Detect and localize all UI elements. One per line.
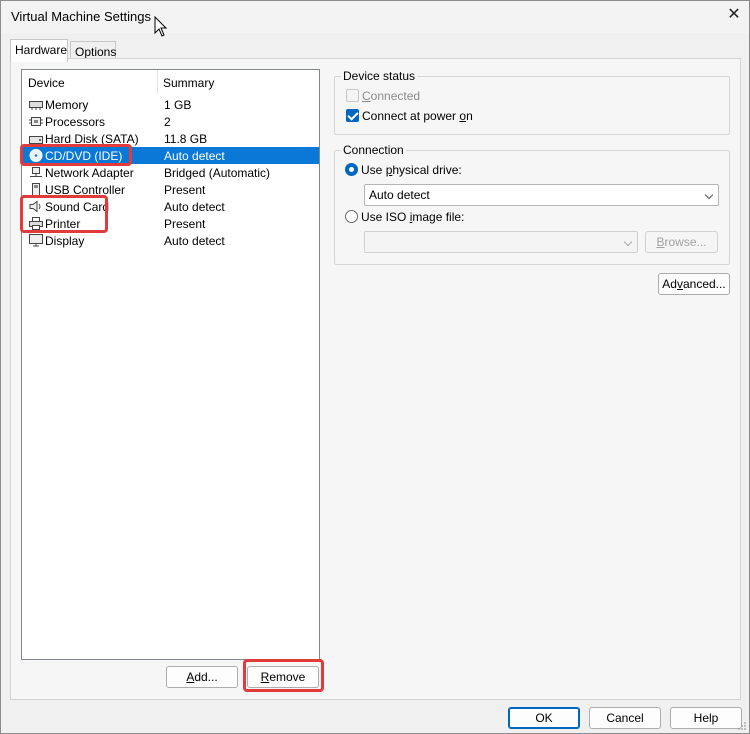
tab-hardware[interactable]: Hardware bbox=[10, 39, 68, 62]
device-summary: Present bbox=[164, 217, 206, 231]
vm-settings-dialog: Virtual Machine Settings ✕ Hardware Opti… bbox=[0, 0, 750, 734]
help-button[interactable]: Help bbox=[670, 707, 742, 729]
connected-label: Connected bbox=[362, 89, 421, 103]
display-icon bbox=[29, 234, 43, 247]
browse-button[interactable]: Browse... bbox=[645, 231, 718, 253]
advanced-button[interactable]: Advanced... bbox=[658, 273, 730, 295]
remove-button[interactable]: Remove bbox=[247, 666, 319, 688]
window-title: Virtual Machine Settings bbox=[11, 9, 151, 24]
device-summary: Bridged (Automatic) bbox=[164, 166, 271, 180]
ok-button[interactable]: OK bbox=[508, 707, 580, 729]
browse-button-label: Browse... bbox=[656, 235, 707, 249]
device-status-group: Device status bbox=[334, 69, 730, 135]
help-button-label: Help bbox=[693, 711, 719, 725]
device-status-label: Device status bbox=[341, 69, 418, 83]
connection-label: Connection bbox=[341, 143, 406, 157]
title-bar: Virtual Machine Settings ✕ bbox=[1, 1, 749, 33]
add-button-label: Add... bbox=[186, 670, 218, 684]
close-icon[interactable]: ✕ bbox=[719, 1, 749, 31]
device-summary: Auto detect bbox=[164, 149, 225, 163]
use-physical-drive-radio[interactable] bbox=[345, 163, 358, 176]
mouse-pointer-icon bbox=[154, 16, 168, 37]
device-column-header[interactable]: Device bbox=[28, 76, 65, 90]
network-adapter-icon bbox=[30, 167, 42, 177]
chevron-down-icon bbox=[623, 237, 633, 247]
device-summary: 1 GB bbox=[164, 98, 192, 112]
device-name: Network Adapter bbox=[45, 166, 134, 180]
device-row-network-adapter[interactable]: Network Adapter Bridged (Automatic) bbox=[23, 164, 319, 181]
device-name: Display bbox=[45, 234, 85, 248]
remove-button-label: Remove bbox=[260, 670, 306, 684]
chevron-down-icon bbox=[704, 190, 714, 200]
device-summary: Auto detect bbox=[164, 200, 225, 214]
tab-hardware-label: Hardware bbox=[15, 43, 68, 57]
device-row-processors[interactable]: Processors 2 bbox=[23, 113, 319, 130]
advanced-button-label: Advanced... bbox=[662, 277, 726, 291]
cancel-button[interactable]: Cancel bbox=[589, 707, 661, 729]
cancel-button-label: Cancel bbox=[606, 711, 644, 725]
device-row-display[interactable]: Display Auto detect bbox=[23, 232, 319, 249]
device-summary: 11.8 GB bbox=[164, 132, 208, 146]
summary-column-header[interactable]: Summary bbox=[163, 76, 214, 90]
connected-checkbox[interactable] bbox=[346, 89, 359, 102]
use-iso-image-label[interactable]: Use ISO image file: bbox=[361, 210, 464, 224]
device-row-memory[interactable]: Memory 1 GB bbox=[23, 96, 319, 113]
device-summary: 2 bbox=[164, 115, 171, 129]
use-physical-drive-label[interactable]: Use physical drive: bbox=[361, 163, 462, 177]
resize-grip-icon[interactable] bbox=[737, 721, 747, 731]
physical-drive-select-value: Auto detect bbox=[369, 188, 430, 202]
device-name: Processors bbox=[45, 115, 106, 129]
device-summary: Present bbox=[164, 183, 206, 197]
device-name: Memory bbox=[45, 98, 89, 112]
physical-drive-select[interactable]: Auto detect bbox=[364, 184, 719, 206]
connect-at-power-on-label[interactable]: Connect at power on bbox=[362, 109, 473, 123]
annotation-box-sound-printer bbox=[20, 195, 108, 233]
ok-button-label: OK bbox=[535, 711, 553, 725]
iso-image-select[interactable] bbox=[364, 231, 638, 253]
annotation-box-cd-dvd bbox=[20, 144, 132, 166]
use-iso-image-radio[interactable] bbox=[345, 210, 358, 223]
connect-at-power-on-checkbox[interactable] bbox=[346, 109, 359, 122]
device-summary: Auto detect bbox=[164, 234, 225, 248]
column-separator bbox=[157, 70, 158, 94]
processor-icon bbox=[29, 117, 43, 126]
memory-icon bbox=[29, 101, 43, 110]
add-button[interactable]: Add... bbox=[166, 666, 238, 688]
tab-options-label: Options bbox=[75, 45, 117, 59]
